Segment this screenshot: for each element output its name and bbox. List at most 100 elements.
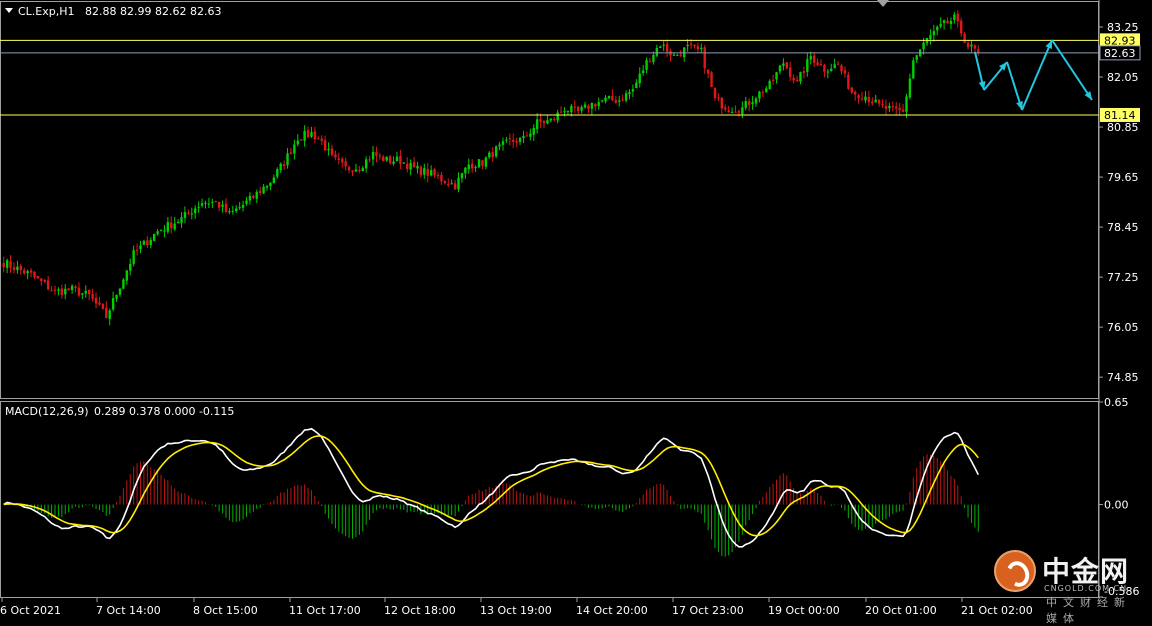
candle-body xyxy=(255,191,258,199)
candle-body xyxy=(679,54,682,56)
candle-body xyxy=(217,201,221,208)
candle-body xyxy=(946,20,949,24)
candle-body xyxy=(549,118,553,121)
candle-body xyxy=(621,99,624,101)
candle-body xyxy=(676,54,679,56)
candle-body xyxy=(187,212,190,214)
candle-body xyxy=(559,111,563,113)
candle-body xyxy=(570,105,573,113)
price-tick-label: 74.85 xyxy=(1107,371,1139,384)
candle-body xyxy=(402,162,406,164)
level-label: 81.14 xyxy=(1104,109,1136,122)
candle-body xyxy=(970,44,973,47)
candle-body xyxy=(505,139,508,141)
candle-body xyxy=(344,161,347,167)
candle-body xyxy=(877,99,881,104)
candle-body xyxy=(180,217,183,223)
price-tick-label: 78.45 xyxy=(1107,221,1139,234)
candle xyxy=(494,145,498,159)
candle-body xyxy=(949,20,953,25)
time-tick-label: 17 Oct 23:00 xyxy=(672,604,744,617)
candle-body xyxy=(375,152,378,156)
candle-body xyxy=(826,71,830,73)
time-tick-label: 19 Oct 00:00 xyxy=(768,604,840,617)
candle-body xyxy=(515,141,518,143)
candle-body xyxy=(412,162,416,168)
candle-body xyxy=(977,49,980,53)
candle-body xyxy=(170,222,173,229)
candle-body xyxy=(464,167,467,174)
candle-body xyxy=(70,285,74,291)
candle-body xyxy=(115,294,118,299)
candle-body xyxy=(330,148,334,155)
candle-body xyxy=(652,54,655,63)
candle-body xyxy=(190,213,193,215)
candle-body xyxy=(156,231,159,235)
time-tick-label: 8 Oct 15:00 xyxy=(193,604,258,617)
candle-body xyxy=(672,54,676,56)
candle xyxy=(477,159,481,169)
candle-body xyxy=(566,111,570,113)
candle-body xyxy=(296,140,299,145)
candle-body xyxy=(867,96,871,103)
candle-body xyxy=(539,119,542,122)
candle-body xyxy=(385,156,388,161)
candle-body xyxy=(12,267,16,270)
candle-body xyxy=(214,200,217,202)
candle-body xyxy=(429,170,433,176)
candle-body xyxy=(467,164,470,170)
candle-body xyxy=(816,62,819,66)
candle-body xyxy=(761,92,765,94)
candle-body xyxy=(258,190,262,193)
candle-body xyxy=(795,79,799,81)
candle-body xyxy=(491,152,494,158)
candle-body xyxy=(176,221,180,224)
time-tick-label: 20 Oct 01:00 xyxy=(865,604,937,617)
candle-body xyxy=(204,202,207,204)
candle-body xyxy=(840,65,843,72)
candle-body xyxy=(734,111,737,113)
candle-body xyxy=(50,290,53,292)
candle-body xyxy=(436,174,440,176)
candle-body xyxy=(703,47,706,69)
candle-body xyxy=(2,262,5,268)
candle-body xyxy=(939,23,942,27)
candle-body xyxy=(751,102,754,105)
candle-body xyxy=(860,98,864,100)
candle-body xyxy=(111,297,115,310)
candle-body xyxy=(806,59,809,72)
candle-body xyxy=(908,78,912,98)
candle-body xyxy=(768,80,771,90)
candle-body xyxy=(108,310,111,319)
candle-body xyxy=(91,294,94,299)
candle-body xyxy=(853,92,857,95)
candle-body xyxy=(912,60,915,79)
candle-body xyxy=(737,111,741,113)
candle-body xyxy=(501,141,505,145)
candle-body xyxy=(833,64,836,69)
chart-symbol-label: CL.Exp,H1 xyxy=(18,5,75,18)
candle-body xyxy=(303,130,306,141)
price-chart[interactable]: 82.9381.1482.63 83.2582.0580.8579.6578.4… xyxy=(0,0,1152,620)
candle-body xyxy=(43,279,46,282)
candle-body xyxy=(484,157,488,167)
candle-body xyxy=(183,212,187,218)
candle-body xyxy=(580,106,583,111)
candle-body xyxy=(269,182,272,187)
candle-body xyxy=(648,61,652,63)
candle-body xyxy=(611,95,614,101)
candle-body xyxy=(74,286,77,289)
candle-body xyxy=(94,297,98,304)
candle-body xyxy=(573,106,576,108)
candle-body xyxy=(594,103,597,107)
candle-body xyxy=(327,148,330,151)
candle-body xyxy=(857,95,860,99)
candle-body xyxy=(433,169,436,176)
candle-body xyxy=(440,174,443,182)
candle-body xyxy=(659,46,662,48)
candle-body xyxy=(460,173,464,179)
candle-body xyxy=(197,206,200,208)
candle-body xyxy=(792,77,795,81)
candle-body xyxy=(905,96,908,112)
candle-body xyxy=(265,185,269,188)
